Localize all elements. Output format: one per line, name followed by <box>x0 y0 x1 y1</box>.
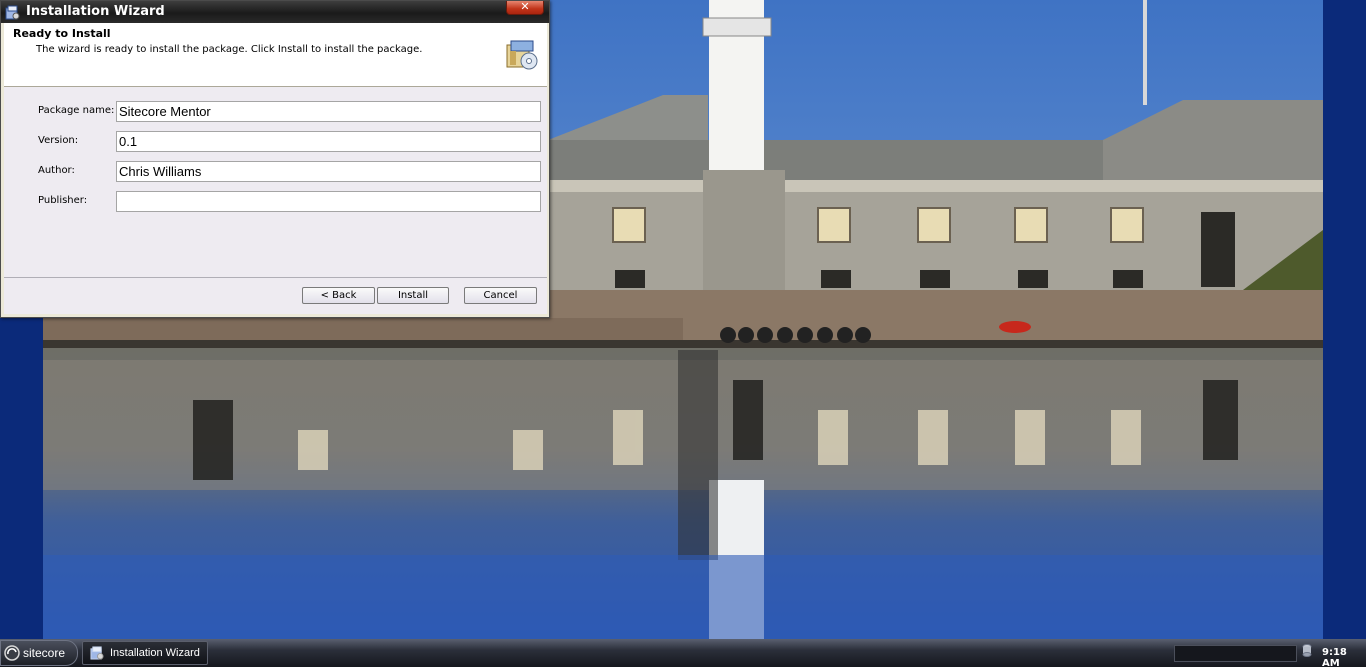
author-field[interactable]: Chris Williams <box>116 161 541 182</box>
taskbar-item-label: Installation Wizard <box>110 647 200 659</box>
installer-icon <box>5 5 20 20</box>
wizard-footer: < Back Install Cancel <box>4 277 547 314</box>
close-icon: ✕ <box>520 0 530 13</box>
start-button[interactable]: sitecore <box>0 640 78 666</box>
window-titlebar[interactable]: Installation Wizard ✕ <box>1 1 549 23</box>
package-install-icon <box>506 40 538 70</box>
window-title: Installation Wizard <box>26 4 165 19</box>
install-button[interactable]: Install <box>377 287 449 304</box>
taskbar-item-installation-wizard[interactable]: Installation Wizard <box>82 641 208 665</box>
publisher-label: Publisher: <box>38 195 88 206</box>
start-label: sitecore <box>23 646 66 660</box>
installer-icon <box>90 646 104 660</box>
version-field[interactable]: 0.1 <box>116 131 541 152</box>
close-button[interactable]: ✕ <box>506 1 544 15</box>
package-name-label: Package name: <box>38 105 115 116</box>
cancel-button[interactable]: Cancel <box>464 287 537 304</box>
step-description: The wizard is ready to install the packa… <box>36 44 423 55</box>
installation-wizard-window: Installation Wizard ✕ Ready to Install T… <box>0 0 550 318</box>
wizard-header: Ready to Install The wizard is ready to … <box>4 23 547 87</box>
sitecore-logo-icon <box>4 645 20 661</box>
step-title: Ready to Install <box>13 27 111 40</box>
package-name-field[interactable]: Sitecore Mentor <box>116 101 541 122</box>
version-label: Version: <box>38 135 79 146</box>
wizard-body: Package name: Sitecore Mentor Version: 0… <box>4 87 547 277</box>
taskbar: sitecore Installation Wizard 9:18 AM <box>0 639 1366 667</box>
author-label: Author: <box>38 165 75 176</box>
system-tray-area <box>1174 645 1297 662</box>
tray-database-icon[interactable] <box>1302 644 1312 657</box>
back-button[interactable]: < Back <box>302 287 375 304</box>
publisher-field[interactable] <box>116 191 541 212</box>
system-clock[interactable]: 9:18 AM <box>1322 647 1366 667</box>
